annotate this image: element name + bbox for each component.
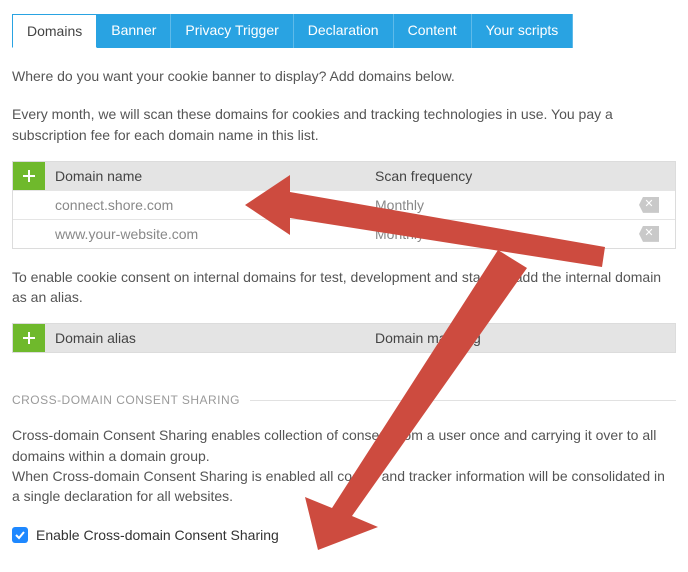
- domain-name-cell[interactable]: connect.shore.com: [45, 191, 365, 219]
- plus-icon: [22, 169, 36, 183]
- plus-icon: [22, 331, 36, 345]
- tabs-bar: Domains Banner Privacy Trigger Declarati…: [12, 14, 676, 48]
- domain-table-head: Domain name Scan frequency: [13, 162, 675, 190]
- tab-label: Declaration: [308, 22, 379, 38]
- enable-cross-domain-checkbox[interactable]: [12, 527, 28, 543]
- section-title: CROSS-DOMAIN CONSENT SHARING: [12, 393, 676, 407]
- tab-banner[interactable]: Banner: [97, 14, 171, 48]
- tab-privacy-trigger[interactable]: Privacy Trigger: [171, 14, 293, 48]
- delete-domain-button[interactable]: ✕: [639, 197, 659, 213]
- scan-frequency-cell[interactable]: Monthly: [375, 197, 424, 213]
- th-domain-name: Domain name: [45, 162, 365, 190]
- tab-domains[interactable]: Domains: [12, 14, 97, 48]
- checkbox-label: Enable Cross-domain Consent Sharing: [36, 527, 279, 543]
- tab-declaration[interactable]: Declaration: [294, 14, 394, 48]
- add-alias-button[interactable]: [13, 324, 45, 352]
- divider: [250, 400, 676, 401]
- tab-label: Banner: [111, 22, 156, 38]
- tab-label: Domains: [27, 23, 82, 39]
- alias-intro-text: To enable cookie consent on internal dom…: [12, 267, 676, 308]
- domain-table: Domain name Scan frequency connect.shore…: [12, 161, 676, 249]
- check-icon: [14, 529, 26, 541]
- tab-content[interactable]: Content: [394, 14, 472, 48]
- alias-table: Domain alias Domain mapping: [12, 323, 676, 353]
- domain-name-cell[interactable]: www.your-website.com: [45, 220, 365, 248]
- th-scan-frequency: Scan frequency: [365, 162, 675, 190]
- table-row: connect.shore.com Monthly ✕: [13, 190, 675, 219]
- tab-label: Content: [408, 22, 457, 38]
- delete-domain-button[interactable]: ✕: [639, 226, 659, 242]
- tab-label: Privacy Trigger: [185, 22, 278, 38]
- intro-text-2: Every month, we will scan these domains …: [12, 104, 676, 145]
- tab-your-scripts[interactable]: Your scripts: [472, 14, 574, 48]
- close-icon: ✕: [644, 228, 653, 239]
- th-domain-alias: Domain alias: [45, 324, 365, 352]
- alias-table-head: Domain alias Domain mapping: [13, 324, 675, 352]
- table-row: www.your-website.com Monthly ✕: [13, 219, 675, 248]
- add-domain-button[interactable]: [13, 162, 45, 190]
- th-domain-mapping: Domain mapping: [365, 324, 675, 352]
- cross-domain-text-2: When Cross-domain Consent Sharing is ena…: [12, 466, 676, 507]
- tab-label: Your scripts: [486, 22, 559, 38]
- cross-domain-text-1: Cross-domain Consent Sharing enables col…: [12, 425, 676, 466]
- close-icon: ✕: [644, 199, 653, 210]
- scan-frequency-cell[interactable]: Monthly: [375, 226, 424, 242]
- section-title-label: CROSS-DOMAIN CONSENT SHARING: [12, 393, 240, 407]
- intro-text-1: Where do you want your cookie banner to …: [12, 66, 676, 86]
